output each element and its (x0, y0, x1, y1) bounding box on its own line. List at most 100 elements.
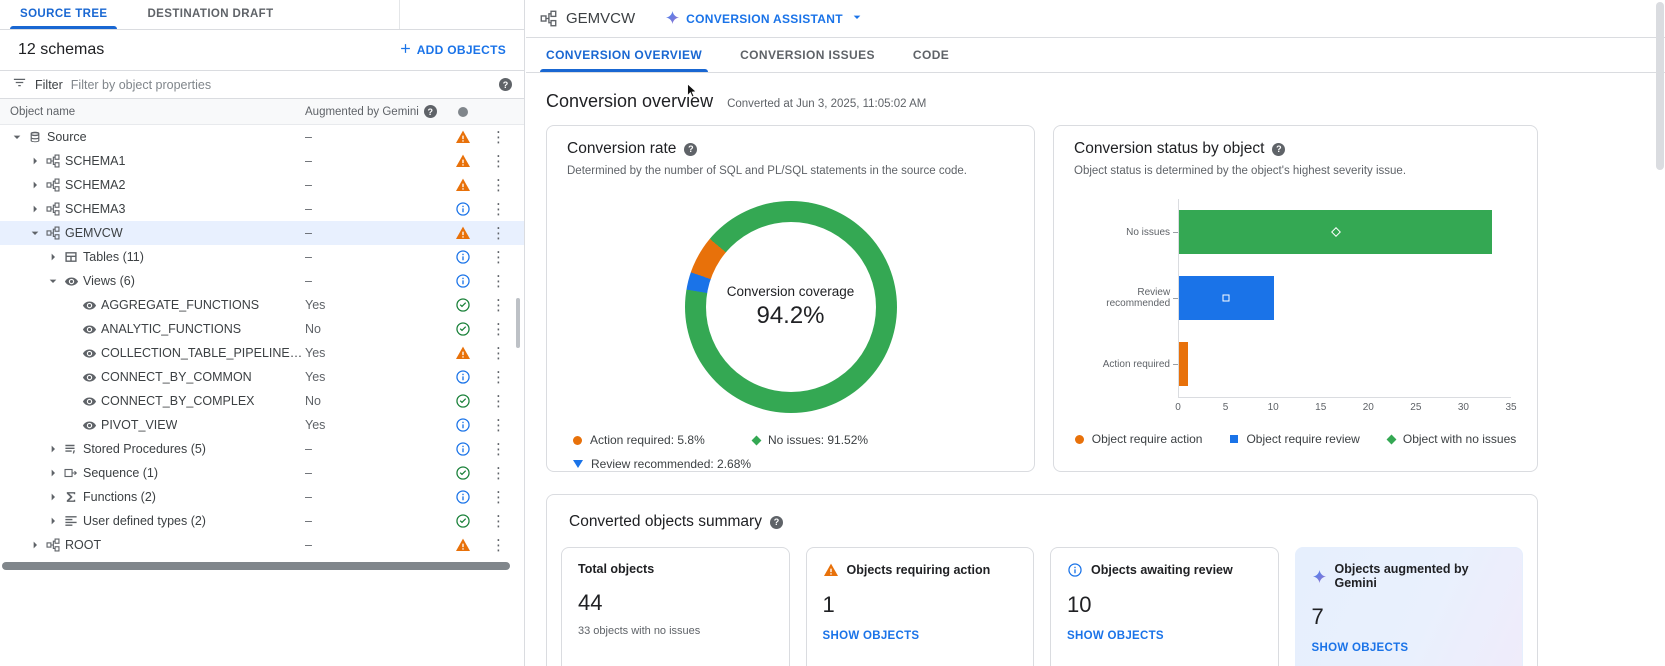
show-objects-link[interactable]: SHOW OBJECTS (1067, 630, 1164, 642)
status-check-icon[interactable] (445, 297, 481, 313)
kebab-menu-icon[interactable]: ⋮ (481, 416, 517, 434)
expander-icon[interactable] (26, 536, 44, 554)
conversion-assistant-button[interactable]: CONVERSION ASSISTANT (665, 9, 865, 28)
tab-source-tree[interactable]: SOURCE TREE (0, 0, 127, 29)
object-tree: Source–⋮SCHEMA1–⋮SCHEMA2–⋮SCHEMA3–⋮GEMVC… (0, 125, 524, 557)
help-icon[interactable]: ? (424, 105, 437, 118)
help-icon[interactable]: ? (1272, 143, 1285, 156)
tree-row[interactable]: ROOT – ⋮ (0, 533, 524, 557)
expander-icon[interactable] (44, 464, 62, 482)
help-icon[interactable]: ? (499, 78, 512, 91)
kebab-menu-icon[interactable]: ⋮ (481, 296, 517, 314)
status-info-icon[interactable] (445, 273, 481, 289)
tree-row[interactable]: GEMVCW–⋮ (0, 221, 524, 245)
tree-vertical-scrollbar[interactable] (516, 298, 520, 348)
horizontal-scrollbar[interactable] (2, 562, 510, 570)
status-check-icon[interactable] (445, 321, 481, 337)
status-check-icon[interactable] (445, 513, 481, 529)
tab-conversion-issues[interactable]: CONVERSION ISSUES (740, 38, 875, 72)
expander-icon[interactable] (26, 200, 44, 218)
status-info-icon[interactable] (445, 489, 481, 505)
legend-item: Object require review (1230, 432, 1359, 446)
kebab-menu-icon[interactable]: ⋮ (481, 392, 517, 410)
tree-row[interactable]: SCHEMA1–⋮ (0, 149, 524, 173)
help-icon[interactable]: ? (684, 143, 697, 156)
tab-destination-draft[interactable]: DESTINATION DRAFT (127, 0, 293, 29)
summary-title: Converted objects summary (569, 513, 762, 531)
status-info-icon[interactable] (445, 201, 481, 217)
tree-row[interactable]: ANALYTIC_FUNCTIONSNo⋮ (0, 317, 524, 341)
conversion-rate-donut: Conversion coverage 94.2% (685, 201, 897, 413)
tree-row[interactable]: CONNECT_BY_COMPLEXNo⋮ (0, 389, 524, 413)
kebab-menu-icon[interactable]: ⋮ (481, 176, 517, 194)
status-warning-icon[interactable] (445, 177, 481, 193)
tree-row[interactable]: CONNECT_BY_COMMONYes⋮ (0, 365, 524, 389)
status-info-icon[interactable] (445, 249, 481, 265)
tab-code[interactable]: CODE (913, 38, 949, 72)
status-warning-icon[interactable] (445, 225, 481, 241)
status-warning-icon[interactable] (445, 345, 481, 361)
tree-row[interactable]: COLLECTION_TABLE_PIPELINED_VIEWYes⋮ (0, 341, 524, 365)
tree-row[interactable]: Sequence (1)–⋮ (0, 461, 524, 485)
tree-row[interactable]: Functions (2)–⋮ (0, 485, 524, 509)
expander-icon[interactable] (44, 440, 62, 458)
column-augmented-by-gemini: Augmented by Gemini (305, 106, 419, 118)
show-objects-link[interactable]: SHOW OBJECTS (1312, 642, 1409, 654)
status-warning-icon[interactable] (445, 129, 481, 145)
kebab-menu-icon[interactable]: ⋮ (481, 224, 517, 242)
tree-row[interactable]: Stored Procedures (5)–⋮ (0, 437, 524, 461)
kebab-menu-icon[interactable]: ⋮ (481, 272, 517, 290)
tree-row[interactable]: Views (6)–⋮ (0, 269, 524, 293)
expander-icon[interactable] (44, 248, 62, 266)
status-info-icon[interactable] (445, 369, 481, 385)
kebab-menu-icon[interactable]: ⋮ (481, 464, 517, 482)
kebab-menu-icon[interactable]: ⋮ (481, 440, 517, 458)
kebab-menu-icon[interactable]: ⋮ (481, 536, 517, 554)
status-warning-icon[interactable] (445, 153, 481, 169)
object-name: ROOT (65, 538, 101, 552)
summary-card-caption: 33 objects with no issues (578, 625, 773, 637)
expander-icon[interactable] (26, 176, 44, 194)
sequence-icon (62, 465, 80, 481)
kebab-menu-icon[interactable]: ⋮ (481, 368, 517, 386)
kebab-menu-icon[interactable]: ⋮ (481, 152, 517, 170)
status-info-icon[interactable] (445, 417, 481, 433)
tree-row[interactable]: Tables (11)–⋮ (0, 245, 524, 269)
kebab-menu-icon[interactable]: ⋮ (481, 320, 517, 338)
help-icon[interactable]: ? (770, 516, 783, 529)
status-check-icon[interactable] (445, 393, 481, 409)
add-objects-button[interactable]: ADD OBJECTS (398, 41, 506, 59)
bar-category-label: Review recommended (1074, 265, 1178, 331)
object-name: SCHEMA2 (65, 178, 125, 192)
kebab-menu-icon[interactable]: ⋮ (481, 344, 517, 362)
expander-icon[interactable] (44, 272, 62, 290)
expander-icon[interactable] (8, 128, 26, 146)
tree-row[interactable]: SCHEMA2–⋮ (0, 173, 524, 197)
left-tab-bar: SOURCE TREE DESTINATION DRAFT (0, 0, 524, 30)
expander-icon[interactable] (44, 488, 62, 506)
status-warning-icon[interactable] (445, 537, 481, 553)
tree-row[interactable]: User defined types (2)–⋮ (0, 509, 524, 533)
expander-icon[interactable] (26, 152, 44, 170)
expander-icon[interactable] (44, 512, 62, 530)
kebab-menu-icon[interactable]: ⋮ (481, 128, 517, 146)
kebab-menu-icon[interactable]: ⋮ (481, 488, 517, 506)
show-objects-link[interactable]: SHOW OBJECTS (823, 630, 920, 642)
status-info-icon[interactable] (445, 441, 481, 457)
summary-card: Objects awaiting review10SHOW OBJECTS (1050, 547, 1279, 666)
tree-row[interactable]: PIVOT_VIEWYes⋮ (0, 413, 524, 437)
filter-input[interactable] (71, 78, 491, 92)
tree-row[interactable]: Source–⋮ (0, 125, 524, 149)
bar-category-label: Action required (1074, 331, 1178, 397)
expander-icon[interactable] (26, 224, 44, 242)
main-tab-bar: CONVERSION OVERVIEW CONVERSION ISSUES CO… (526, 38, 1665, 73)
page-vertical-scrollbar[interactable] (1656, 2, 1664, 170)
augmented-value: – (305, 538, 445, 552)
kebab-menu-icon[interactable]: ⋮ (481, 512, 517, 530)
kebab-menu-icon[interactable]: ⋮ (481, 248, 517, 266)
status-check-icon[interactable] (445, 465, 481, 481)
tree-row[interactable]: SCHEMA3–⋮ (0, 197, 524, 221)
tab-conversion-overview[interactable]: CONVERSION OVERVIEW (546, 38, 702, 72)
kebab-menu-icon[interactable]: ⋮ (481, 200, 517, 218)
tree-row[interactable]: AGGREGATE_FUNCTIONSYes⋮ (0, 293, 524, 317)
